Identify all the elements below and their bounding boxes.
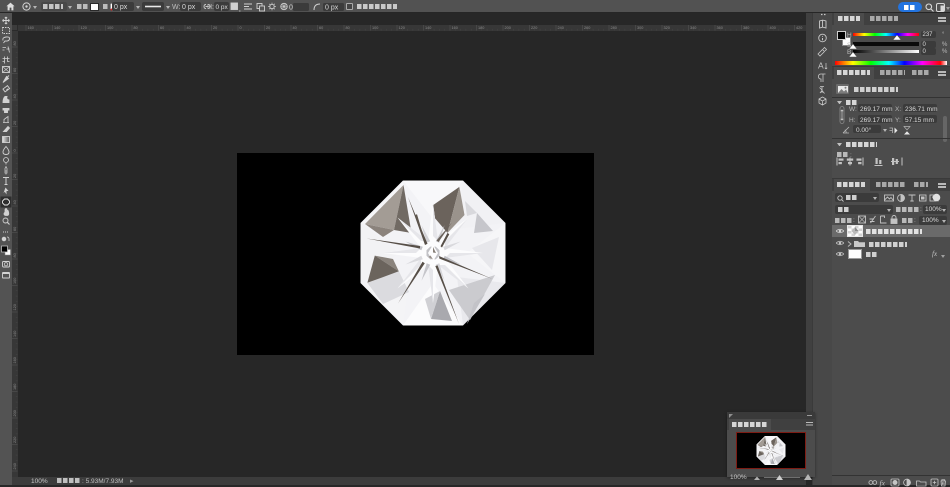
svg-text:140: 140 bbox=[54, 26, 60, 30]
svg-text:A: A bbox=[818, 61, 824, 71]
svg-text:340: 340 bbox=[690, 26, 696, 30]
svg-text:160: 160 bbox=[452, 26, 458, 30]
svg-text:20: 20 bbox=[13, 121, 17, 125]
svg-text:400: 400 bbox=[770, 26, 776, 30]
svg-text:140: 140 bbox=[425, 26, 431, 30]
svg-text:240: 240 bbox=[558, 26, 564, 30]
svg-text:100: 100 bbox=[13, 278, 17, 284]
svg-text:fx: fx bbox=[880, 479, 886, 487]
svg-text:160: 160 bbox=[28, 26, 34, 30]
svg-text:320: 320 bbox=[664, 26, 670, 30]
svg-text:40: 40 bbox=[13, 200, 17, 204]
svg-text:120: 120 bbox=[13, 304, 17, 310]
svg-text:60: 60 bbox=[13, 68, 17, 72]
svg-text:80: 80 bbox=[13, 41, 17, 45]
svg-text:360: 360 bbox=[717, 26, 723, 30]
svg-text:0: 0 bbox=[289, 5, 293, 12]
svg-text:100: 100 bbox=[107, 26, 113, 30]
svg-text:380: 380 bbox=[743, 26, 749, 30]
svg-text:220: 220 bbox=[13, 437, 17, 443]
svg-text:260: 260 bbox=[584, 26, 590, 30]
svg-text:240: 240 bbox=[13, 463, 17, 469]
svg-text:0: 0 bbox=[240, 26, 242, 30]
svg-text:200: 200 bbox=[505, 26, 511, 30]
svg-text:180: 180 bbox=[478, 26, 484, 30]
svg-text:80: 80 bbox=[13, 253, 17, 257]
svg-text:20: 20 bbox=[13, 174, 17, 178]
svg-text:160: 160 bbox=[13, 357, 17, 363]
svg-text:120: 120 bbox=[81, 26, 87, 30]
svg-text:40: 40 bbox=[13, 94, 17, 98]
svg-text:140: 140 bbox=[13, 331, 17, 337]
svg-text:180: 180 bbox=[13, 384, 17, 390]
svg-text:100: 100 bbox=[372, 26, 378, 30]
svg-text:60: 60 bbox=[13, 227, 17, 231]
svg-text:280: 280 bbox=[611, 26, 617, 30]
svg-text:120: 120 bbox=[399, 26, 405, 30]
svg-text:0 px: 0 px bbox=[325, 5, 339, 12]
svg-text:300: 300 bbox=[637, 26, 643, 30]
svg-text:220: 220 bbox=[531, 26, 537, 30]
svg-text:200: 200 bbox=[13, 410, 17, 416]
svg-text:0: 0 bbox=[13, 149, 17, 151]
svg-text:420: 420 bbox=[796, 26, 802, 30]
